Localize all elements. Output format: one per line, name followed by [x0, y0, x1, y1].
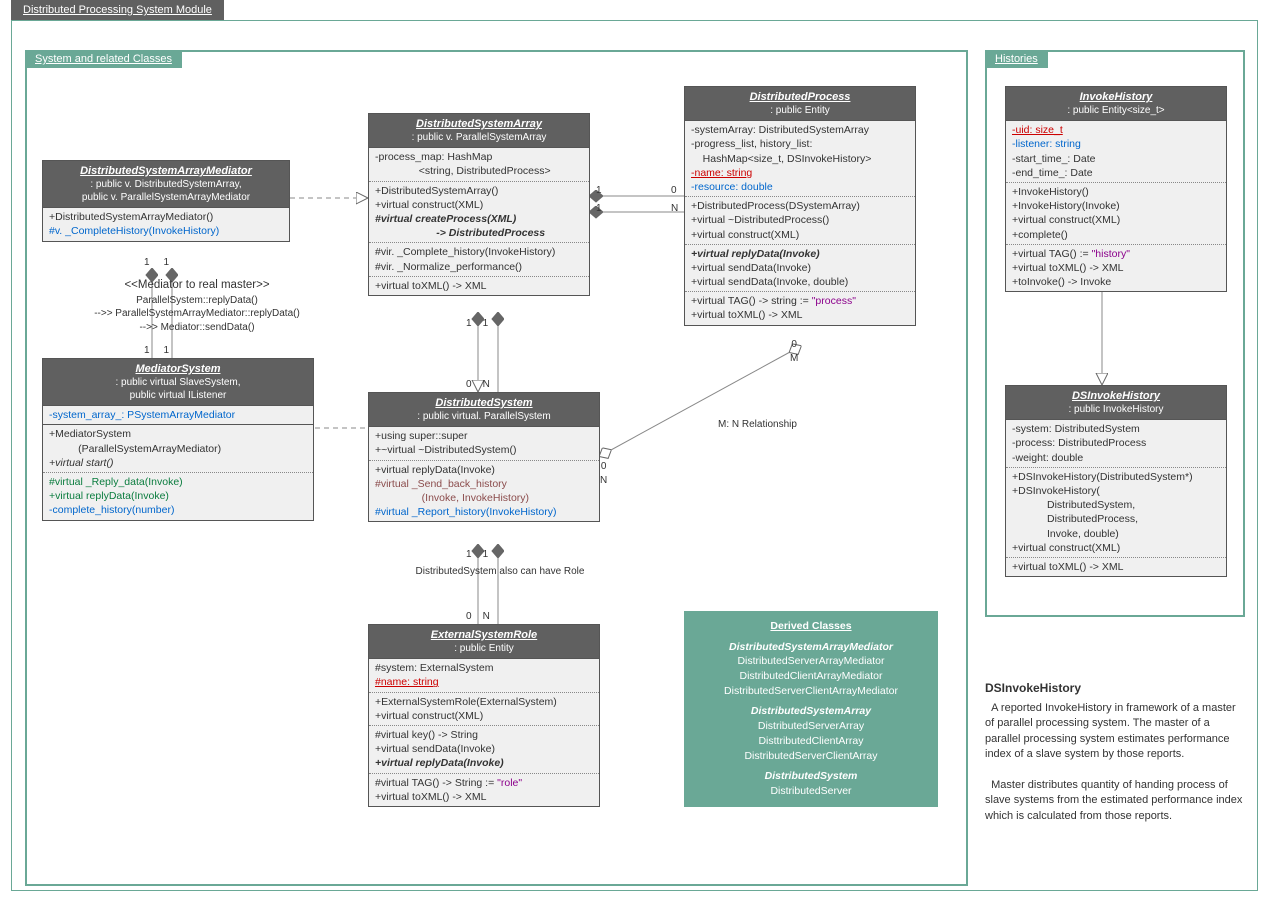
class-dih: DSInvokeHistory: public InvokeHistory -s… [1005, 385, 1227, 577]
class-ds: DistributedSystem: public virtual. Paral… [368, 392, 600, 522]
class-dsa: DistributedSystemArray: public v. Parall… [368, 113, 590, 296]
class-ih: InvokeHistory: public Entity<size_t> -ui… [1005, 86, 1227, 292]
class-dsam-s1: +DistributedSystemArrayMediator()#v. _Co… [43, 207, 289, 240]
class-dsam-sub: : public v. DistributedSystemArray, publ… [47, 178, 285, 204]
class-ms: MediatorSystem: public virtual SlaveSyst… [42, 358, 314, 521]
module-title: Distributed Processing System Module [11, 0, 224, 20]
class-dsam: DistributedSystemArrayMediator: public v… [42, 160, 290, 242]
class-esr: ExternalSystemRole: public Entity #syste… [368, 624, 600, 807]
class-dp: DistributedProcess: public Entity -syste… [684, 86, 916, 326]
description: DSInvokeHistory A reported InvokeHistory… [985, 680, 1243, 824]
group-histories-tab: Histories [985, 50, 1048, 68]
class-dsam-head: DistributedSystemArrayMediator: public v… [43, 161, 289, 207]
group-system-tab: System and related Classes [25, 50, 182, 68]
derived-classes: Derived Classes DistributedSystemArrayMe… [684, 611, 938, 807]
mediator-note: <<Mediator to real master>> ParallelSyst… [42, 278, 352, 334]
